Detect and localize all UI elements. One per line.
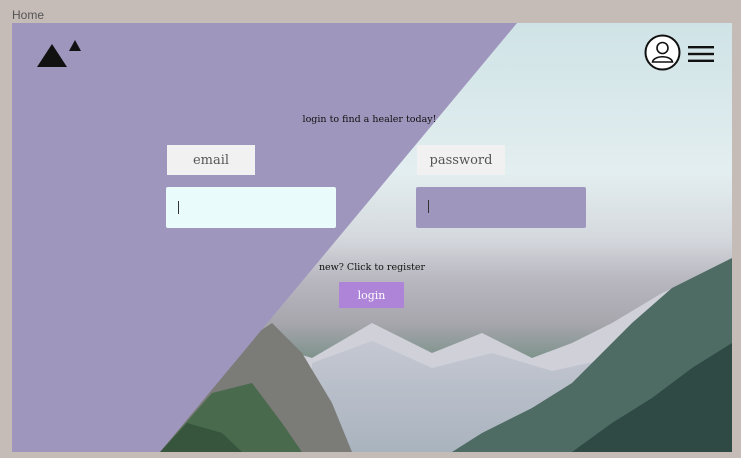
login-tagline: login to find a healer today!: [302, 114, 437, 125]
breadcrumb[interactable]: Home: [12, 8, 44, 22]
login-button[interactable]: login: [339, 282, 404, 308]
hamburger-menu-icon[interactable]: [688, 45, 714, 63]
register-link[interactable]: new? Click to register: [312, 262, 432, 273]
email-field[interactable]: [166, 187, 336, 228]
password-field[interactable]: [416, 187, 586, 228]
mountain-logo-icon[interactable]: [37, 38, 83, 68]
user-circle-icon[interactable]: [644, 34, 681, 71]
hero-panel: login to find a healer today! email pass…: [12, 23, 732, 452]
password-text-cursor: [428, 200, 429, 213]
email-text-cursor: [178, 201, 179, 214]
password-label: password: [417, 145, 505, 175]
email-label: email: [167, 145, 255, 175]
